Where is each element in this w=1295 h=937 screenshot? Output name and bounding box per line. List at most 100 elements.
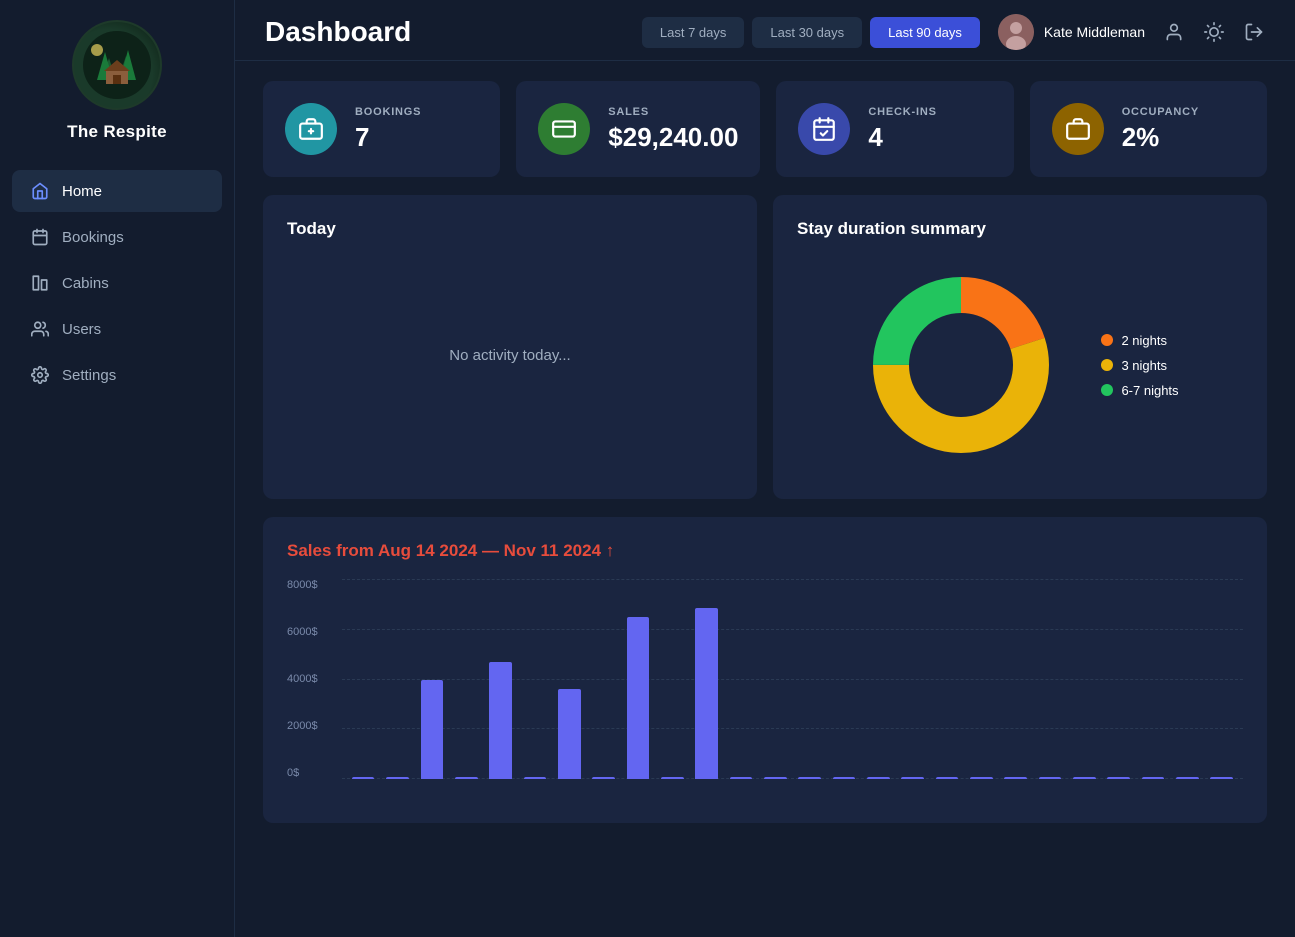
y-label-4000: 4000$	[287, 673, 318, 685]
bar-group	[793, 777, 825, 779]
sales-label: SALES	[608, 106, 738, 118]
legend-label-2nights: 2 nights	[1121, 333, 1167, 348]
legend-dot-3nights	[1101, 359, 1113, 371]
profile-icon[interactable]	[1163, 21, 1185, 43]
filter-90days[interactable]: Last 90 days	[870, 17, 980, 48]
y-label-2000: 2000$	[287, 720, 318, 732]
bar	[661, 777, 684, 779]
bar	[970, 777, 993, 779]
bar-group	[965, 777, 997, 779]
date-filters: Last 7 days Last 30 days Last 90 days	[642, 17, 980, 48]
topbar: Dashboard Last 7 days Last 30 days Last …	[235, 0, 1295, 61]
chart-y-labels: 0$ 2000$ 4000$ 6000$ 8000$	[287, 579, 318, 779]
user-name: Kate Middleman	[1044, 24, 1145, 40]
users-icon	[30, 319, 50, 339]
sidebar-item-settings-label: Settings	[62, 367, 116, 384]
chart-area: 0$ 2000$ 4000$ 6000$ 8000$	[287, 579, 1243, 799]
today-title: Today	[287, 219, 733, 239]
sidebar-logo	[72, 20, 162, 110]
bar	[524, 777, 547, 779]
avatar	[998, 14, 1034, 50]
sales-trend-icon: ↑	[601, 541, 614, 560]
today-panel: Today No activity today...	[263, 195, 757, 499]
bar-group	[759, 777, 791, 779]
stat-info-sales: SALES $29,240.00	[608, 106, 738, 153]
main-content: Dashboard Last 7 days Last 30 days Last …	[235, 0, 1295, 937]
sidebar-item-settings[interactable]: Settings	[12, 354, 222, 396]
sales-chart-title: Sales from Aug 14 2024 — Nov 11 2024 ↑	[287, 541, 1243, 561]
bar-group	[1103, 777, 1135, 779]
sidebar-item-users-label: Users	[62, 321, 101, 338]
bar-group	[553, 689, 585, 779]
bar-group	[347, 777, 379, 779]
sales-title-text: Sales from Aug 14 2024 — Nov 11 2024	[287, 541, 601, 560]
middle-row: Today No activity today... Stay duration…	[263, 195, 1267, 499]
bar	[352, 777, 375, 779]
bar-group	[484, 662, 516, 779]
filter-7days[interactable]: Last 7 days	[642, 17, 745, 48]
bar-group	[931, 777, 963, 779]
bar-group	[862, 777, 894, 779]
no-activity-message: No activity today...	[287, 255, 733, 455]
sidebar-navigation: Home Bookings Cabins	[0, 170, 234, 400]
bar-group	[725, 777, 757, 779]
bar-group	[1034, 777, 1066, 779]
sidebar-item-bookings[interactable]: Bookings	[12, 216, 222, 258]
sidebar-item-users[interactable]: Users	[12, 308, 222, 350]
bar	[386, 777, 409, 779]
bar-group	[381, 777, 413, 779]
legend-2nights: 2 nights	[1101, 333, 1178, 348]
bar-group	[587, 777, 619, 779]
sidebar-title: The Respite	[67, 122, 167, 142]
bar	[455, 777, 478, 779]
sales-icon-circle	[538, 103, 590, 155]
stat-cards: BOOKINGS 7 SALES $29,240.00	[263, 81, 1267, 177]
bar	[558, 689, 581, 779]
stat-card-bookings: BOOKINGS 7	[263, 81, 500, 177]
bar-group	[416, 680, 448, 779]
bar	[1176, 777, 1199, 779]
sales-panel: Sales from Aug 14 2024 — Nov 11 2024 ↑ 0…	[263, 517, 1267, 823]
occupancy-label: OCCUPANCY	[1122, 106, 1199, 118]
bookings-value: 7	[355, 122, 421, 153]
bar-group	[897, 777, 929, 779]
legend-label-67nights: 6-7 nights	[1121, 383, 1178, 398]
bar	[936, 777, 959, 779]
checkins-value: 4	[868, 122, 936, 153]
bar-group	[1068, 777, 1100, 779]
stay-duration-title: Stay duration summary	[797, 219, 1243, 239]
calendar-icon	[30, 227, 50, 247]
bar	[1210, 777, 1233, 779]
bar-group	[690, 608, 722, 779]
stat-info-checkins: CHECK-INS 4	[868, 106, 936, 153]
occupancy-value: 2%	[1122, 122, 1199, 153]
home-icon	[30, 181, 50, 201]
bar-group	[1206, 777, 1238, 779]
bar-group	[828, 777, 860, 779]
topbar-right: Last 7 days Last 30 days Last 90 days Ka…	[642, 14, 1265, 50]
stat-info-bookings: BOOKINGS 7	[355, 106, 421, 153]
filter-30days[interactable]: Last 30 days	[752, 17, 862, 48]
logout-icon[interactable]	[1243, 21, 1265, 43]
page-title: Dashboard	[265, 16, 411, 48]
bar	[901, 777, 924, 779]
sidebar-item-cabins[interactable]: Cabins	[12, 262, 222, 304]
bar	[833, 777, 856, 779]
sun-icon[interactable]	[1203, 21, 1225, 43]
bar-group	[450, 777, 482, 779]
bar-group	[622, 617, 654, 779]
bar-group	[1000, 777, 1032, 779]
legend-label-3nights: 3 nights	[1121, 358, 1167, 373]
bookings-label: BOOKINGS	[355, 106, 421, 118]
dashboard-content: BOOKINGS 7 SALES $29,240.00	[235, 61, 1295, 937]
bar	[1004, 777, 1027, 779]
donut-legend: 2 nights 3 nights 6-7 nights	[1101, 333, 1178, 398]
bar	[489, 662, 512, 779]
sidebar-item-home[interactable]: Home	[12, 170, 222, 212]
donut-chart	[861, 265, 1061, 465]
legend-67nights: 6-7 nights	[1101, 383, 1178, 398]
donut-area: 2 nights 3 nights 6-7 nights	[797, 255, 1243, 475]
y-label-0: 0$	[287, 767, 318, 779]
bar	[1073, 777, 1096, 779]
legend-dot-67nights	[1101, 384, 1113, 396]
